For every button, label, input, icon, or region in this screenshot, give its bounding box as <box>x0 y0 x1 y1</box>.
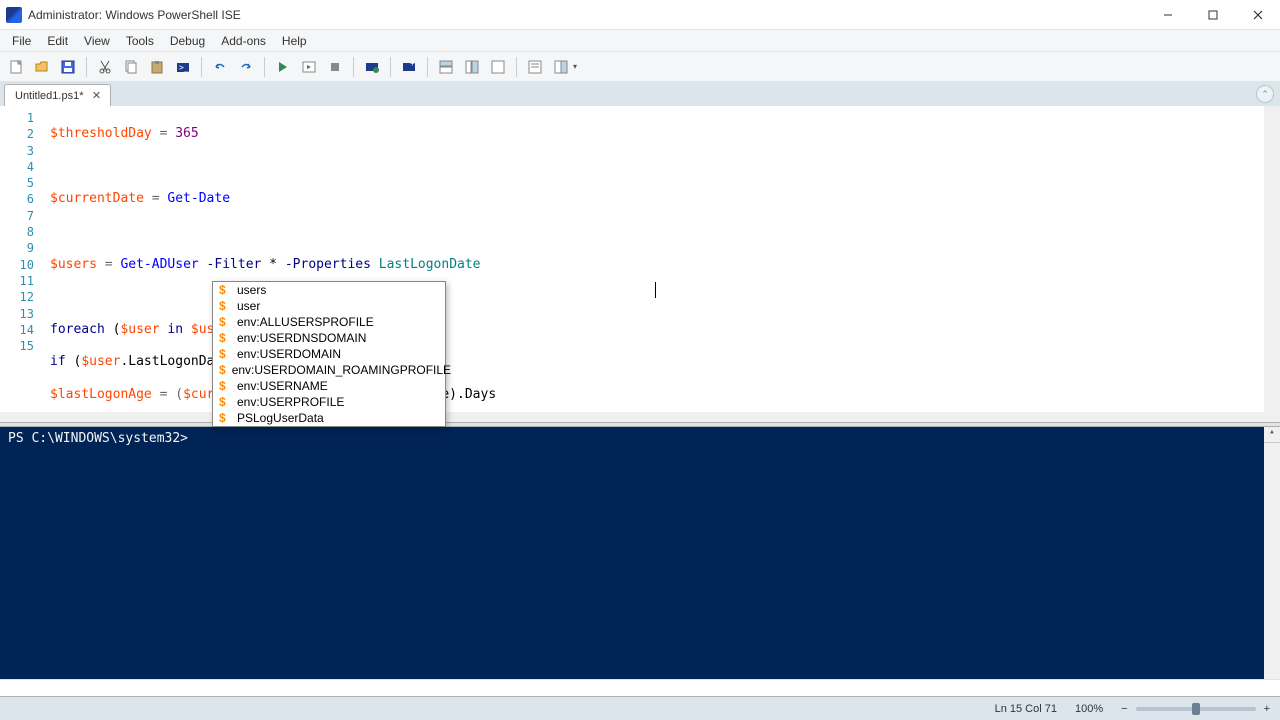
separator <box>353 57 354 77</box>
zoom-level: 100% <box>1075 703 1103 715</box>
show-script-top-button[interactable] <box>434 55 458 79</box>
clear-console-button[interactable]: >_ <box>171 55 195 79</box>
menu-edit[interactable]: Edit <box>39 32 76 50</box>
menu-addons[interactable]: Add-ons <box>213 32 274 50</box>
menu-file[interactable]: File <box>4 32 39 50</box>
cut-button[interactable] <box>93 55 117 79</box>
tabbar: Untitled1.ps1* ✕ ⌃ <box>0 82 1280 106</box>
separator <box>427 57 428 77</box>
menu-view[interactable]: View <box>76 32 118 50</box>
line-gutter: 123456789101112131415 <box>0 106 42 422</box>
intellisense-item[interactable]: $users <box>213 282 445 298</box>
intellisense-item[interactable]: $env:USERPROFILE <box>213 394 445 410</box>
separator <box>516 57 517 77</box>
menu-tools[interactable]: Tools <box>118 32 162 50</box>
separator <box>264 57 265 77</box>
tab-close-icon[interactable]: ✕ <box>90 89 104 102</box>
close-button[interactable] <box>1235 0 1280 30</box>
save-button[interactable] <box>56 55 80 79</box>
app-icon <box>6 7 22 23</box>
console-scrollbar[interactable]: ▴ <box>1264 427 1280 679</box>
intellisense-popup: $users $user $env:ALLUSERSPROFILE $env:U… <box>212 281 446 427</box>
toolbar: >_ + ▾ <box>0 52 1280 82</box>
copy-button[interactable] <box>119 55 143 79</box>
zoom-thumb[interactable] <box>1192 703 1200 715</box>
variable-icon: $ <box>219 363 226 377</box>
tab-label: Untitled1.ps1* <box>15 90 84 102</box>
intellisense-item[interactable]: $env:USERDOMAIN_ROAMINGPROFILE <box>213 362 445 378</box>
separator <box>86 57 87 77</box>
zoom-slider[interactable] <box>1136 707 1256 711</box>
svg-text:>_: >_ <box>179 63 189 72</box>
redo-button[interactable] <box>234 55 258 79</box>
intellisense-item[interactable]: $env:USERDNSDOMAIN <box>213 330 445 346</box>
show-command-addon-button[interactable] <box>549 55 573 79</box>
bottom-spacer <box>0 679 1280 696</box>
run-button[interactable] <box>271 55 295 79</box>
undo-button[interactable] <box>208 55 232 79</box>
open-button[interactable] <box>30 55 54 79</box>
file-tab[interactable]: Untitled1.ps1* ✕ <box>4 84 111 106</box>
paste-button[interactable] <box>145 55 169 79</box>
run-selection-button[interactable] <box>297 55 321 79</box>
separator <box>201 57 202 77</box>
menubar: File Edit View Tools Debug Add-ons Help <box>0 30 1280 52</box>
editor-horizontal-scrollbar[interactable] <box>0 412 1264 422</box>
menu-help[interactable]: Help <box>274 32 315 50</box>
variable-icon: $ <box>219 347 231 361</box>
menu-debug[interactable]: Debug <box>162 32 213 50</box>
new-button[interactable] <box>4 55 28 79</box>
intellisense-item[interactable]: $PSLogUserData <box>213 410 445 426</box>
variable-icon: $ <box>219 331 231 345</box>
variable-icon: $ <box>219 411 231 425</box>
variable-icon: $ <box>219 315 231 329</box>
cursor-position: Ln 15 Col 71 <box>995 703 1057 715</box>
minimize-button[interactable] <box>1145 0 1190 30</box>
text-cursor <box>655 282 656 298</box>
maximize-button[interactable] <box>1190 0 1235 30</box>
console-pane[interactable]: PS C:\WINDOWS\system32> ▴ <box>0 427 1280 679</box>
dropdown-icon[interactable]: ▾ <box>573 62 577 71</box>
variable-icon: $ <box>219 395 231 409</box>
show-script-max-button[interactable] <box>486 55 510 79</box>
script-editor[interactable]: 123456789101112131415 $thresholdDay = 36… <box>0 106 1280 422</box>
show-command-button[interactable] <box>523 55 547 79</box>
new-remote-tab-button[interactable]: + <box>397 55 421 79</box>
intellisense-item[interactable]: $env:USERNAME <box>213 378 445 394</box>
variable-icon: $ <box>219 379 231 393</box>
window-controls <box>1145 0 1280 30</box>
console-prompt: PS C:\WINDOWS\system32> <box>8 431 188 446</box>
editor-vertical-scrollbar[interactable] <box>1264 106 1280 422</box>
intellisense-item[interactable]: $user <box>213 298 445 314</box>
zoom-in-button[interactable]: + <box>1264 703 1270 715</box>
titlebar: Administrator: Windows PowerShell ISE <box>0 0 1280 30</box>
intellisense-item[interactable]: $env:USERDOMAIN <box>213 346 445 362</box>
variable-icon: $ <box>219 283 231 297</box>
variable-icon: $ <box>219 299 231 313</box>
show-script-right-button[interactable] <box>460 55 484 79</box>
collapse-script-pane-button[interactable]: ⌃ <box>1256 85 1274 103</box>
zoom-out-button[interactable]: − <box>1121 703 1127 715</box>
svg-text:+: + <box>410 59 415 68</box>
stop-button[interactable] <box>323 55 347 79</box>
separator <box>390 57 391 77</box>
window-title: Administrator: Windows PowerShell ISE <box>28 8 1145 22</box>
intellisense-item[interactable]: $env:ALLUSERSPROFILE <box>213 314 445 330</box>
scroll-up-icon[interactable]: ▴ <box>1264 427 1280 443</box>
remote-powershell-button[interactable] <box>360 55 384 79</box>
statusbar: Ln 15 Col 71 100% − + <box>0 696 1280 720</box>
